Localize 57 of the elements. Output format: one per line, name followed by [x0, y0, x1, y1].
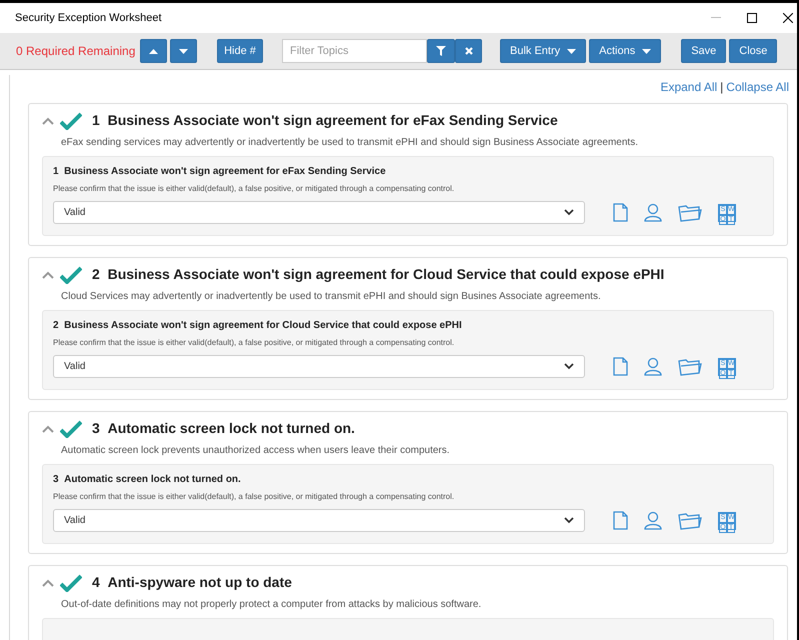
minimize-icon[interactable]	[711, 17, 721, 19]
document-icon[interactable]	[613, 357, 628, 376]
caret-up-icon[interactable]	[42, 270, 54, 278]
caret-up-icon	[149, 48, 158, 54]
filter-icon	[436, 46, 446, 56]
caret-down-icon	[179, 48, 188, 54]
filter-topics-field[interactable]: Filter Topics	[282, 39, 427, 63]
hide-numbers-button[interactable]: Hide #	[217, 39, 263, 63]
folder-icon[interactable]	[678, 204, 702, 222]
document-icon[interactable]	[613, 203, 628, 222]
close-icon[interactable]	[783, 13, 793, 23]
folder-icon[interactable]	[678, 358, 702, 376]
question-hint: Please confirm that the issue is either valid(default), a false positive, or mitigated through a compensating control.	[53, 491, 456, 503]
question-title: 2 Business Associate won't sign agreement for Cloud Service that could expose ePHI	[53, 319, 463, 333]
caret-up-icon[interactable]	[42, 578, 54, 586]
maximize-icon[interactable]	[747, 13, 757, 23]
topic-description: Cloud Services may advertently or inadvertently be used to transmit ePHI and should sign Busines Associate agreements.	[61, 290, 602, 304]
chevron-down-icon	[564, 363, 574, 370]
close-icon	[464, 47, 472, 55]
folder-icon[interactable]	[678, 512, 702, 530]
next-button[interactable]	[170, 39, 197, 63]
window-title: Security Exception Worksheet	[15, 10, 162, 26]
document-icon[interactable]	[613, 511, 628, 530]
expand-all-link[interactable]: Expand All	[660, 78, 718, 96]
question-title: 1 Business Associate won't sign agreement for eFax Sending Service	[53, 165, 387, 179]
topic-description: eFax sending services may advertently or inadvertently be used to transmit ePHI and should sign Business Associate agreements.	[61, 136, 639, 150]
action-button[interactable]: Close	[729, 39, 778, 63]
person-icon[interactable]	[644, 511, 662, 530]
chevron-down-icon	[564, 209, 574, 216]
topic-description: Out-of-date definitions may not properly protect a computer from attacks by malicious software.	[61, 598, 482, 612]
required-remaining-status: 0 Required Remaining	[16, 43, 136, 60]
topic-title: 2 Business Associate won't sign agreement for Cloud Service that could expose ePHI	[92, 265, 664, 284]
topic-title: 3 Automatic screen lock not turned on.	[92, 419, 355, 438]
topic-description: Automatic screen lock prevents unauthorized access when users leave their computers.	[61, 444, 451, 458]
action-button[interactable]: Save	[681, 39, 726, 63]
menu-dropdown-button[interactable]: Actions	[589, 39, 662, 63]
link-separator: |	[720, 79, 724, 96]
caret-up-icon[interactable]	[42, 116, 54, 124]
answer-dropdown[interactable]: Valid	[53, 509, 585, 532]
question-hint: Please confirm that the issue is either valid(default), a false positive, or mitigated through a compensating control.	[53, 183, 456, 195]
caret-down-icon	[642, 48, 652, 54]
answer-dropdown[interactable]: Valid	[53, 201, 585, 224]
collapse-all-link[interactable]: Collapse All	[726, 78, 789, 96]
caret-up-icon[interactable]	[42, 424, 54, 432]
filter-button[interactable]	[427, 39, 455, 63]
previous-button[interactable]	[140, 39, 167, 63]
caret-down-icon	[567, 48, 576, 54]
answer-dropdown[interactable]: Valid	[53, 355, 585, 378]
topic-title: 1 Business Associate won't sign agreement for eFax Sending Service	[92, 111, 558, 130]
topic-title: 4 Anti-spyware not up to date	[92, 573, 292, 592]
person-icon[interactable]	[644, 203, 662, 222]
question-hint: Please confirm that the issue is either valid(default), a false positive, or mitigated through a compensating control.	[53, 337, 456, 349]
clear-filter-button[interactable]	[455, 39, 482, 63]
chevron-down-icon	[564, 517, 574, 524]
person-icon[interactable]	[644, 357, 662, 376]
menu-dropdown-button[interactable]: Bulk Entry	[500, 39, 586, 63]
question-title: 3 Automatic screen lock not turned on.	[53, 473, 242, 487]
